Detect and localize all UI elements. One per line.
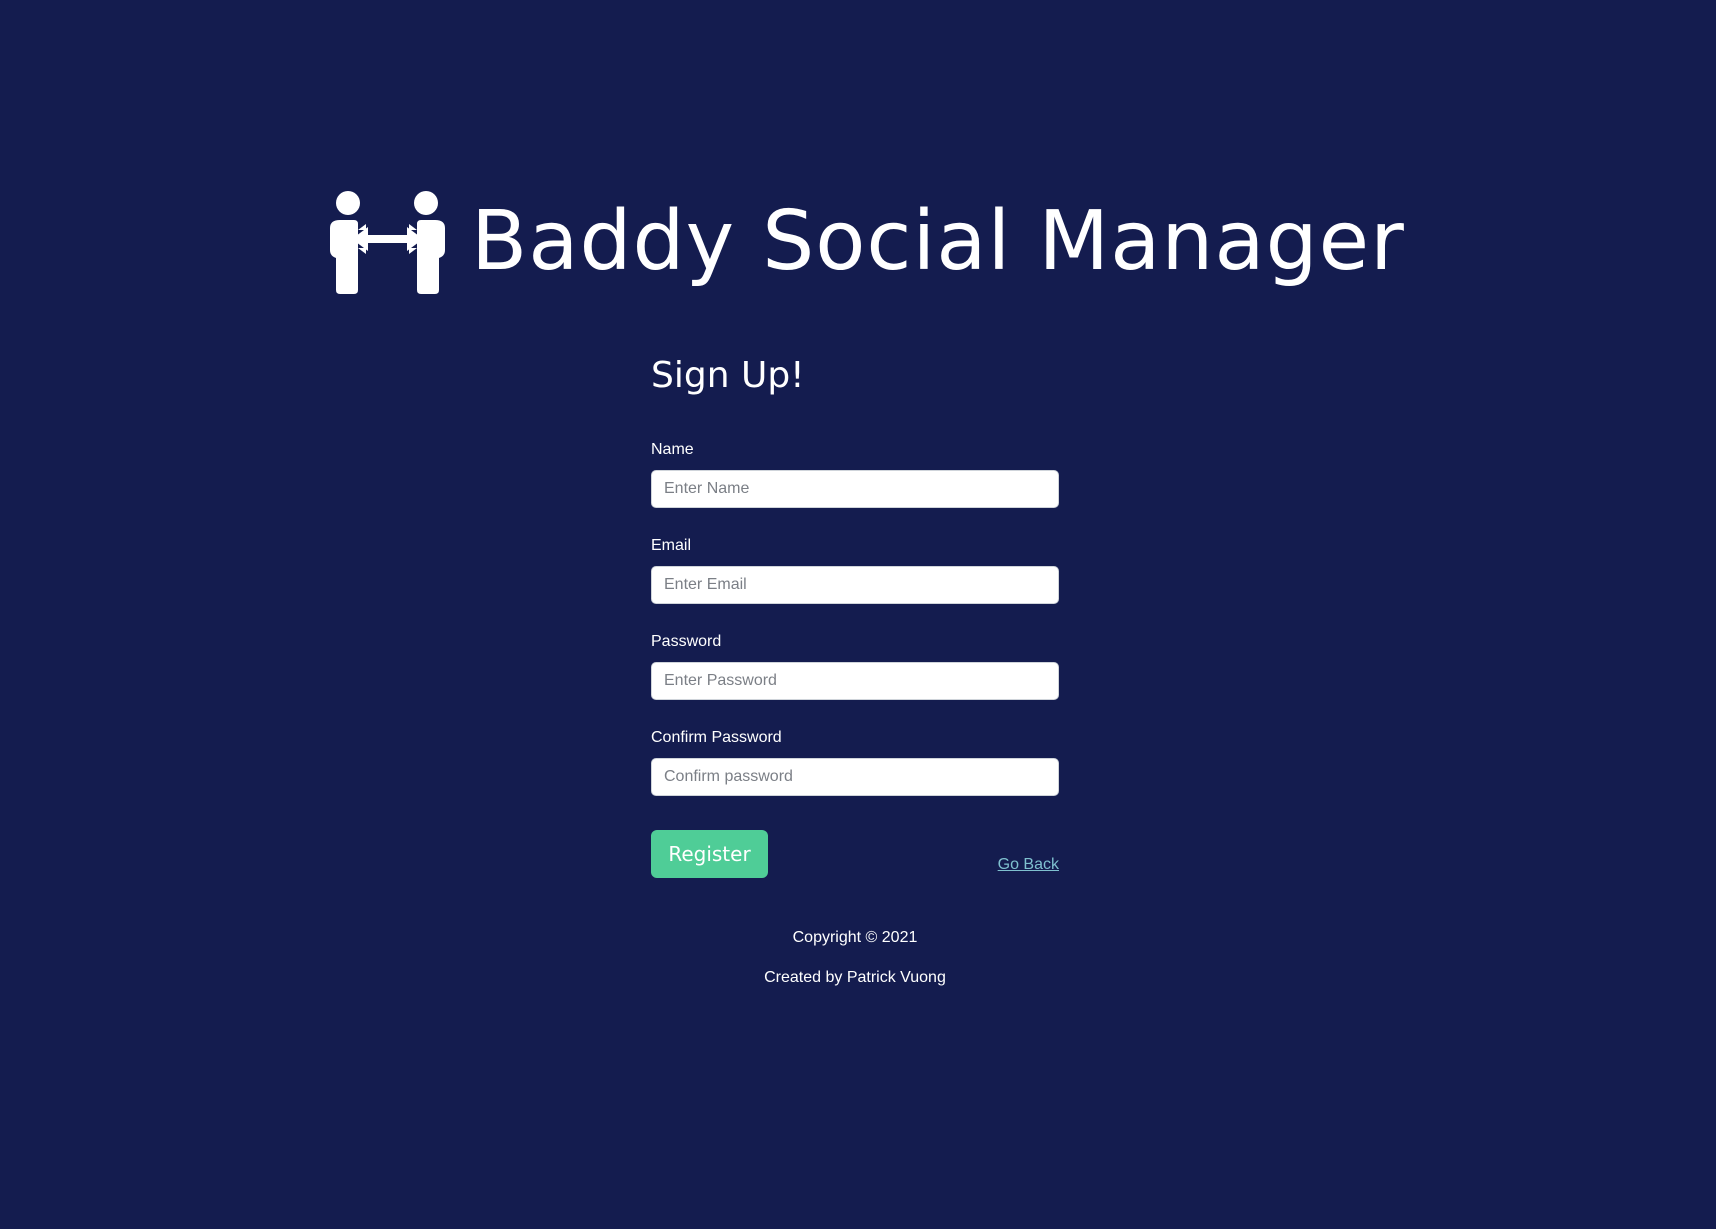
email-input[interactable] (651, 566, 1059, 604)
app-title: Baddy Social Manager (471, 194, 1405, 289)
app-header: Baddy Social Manager (330, 186, 1405, 298)
name-field-group: Name (651, 440, 1059, 508)
register-button[interactable]: Register (651, 830, 768, 878)
email-field-group: Email (651, 536, 1059, 604)
password-field-group: Password (651, 632, 1059, 700)
people-exchange-icon (330, 191, 445, 294)
confirm-password-field-group: Confirm Password (651, 728, 1059, 796)
name-label: Name (651, 441, 694, 458)
footer: Copyright © 2021 Created by Patrick Vuon… (651, 928, 1059, 988)
signup-form: Sign Up! Name Email Password Confirm Pas… (651, 354, 1059, 796)
email-label: Email (651, 537, 692, 554)
go-back-link[interactable]: Go Back (998, 856, 1059, 874)
password-input[interactable] (651, 662, 1059, 700)
confirm-password-input[interactable] (651, 758, 1059, 796)
name-input[interactable] (651, 470, 1059, 508)
form-title: Sign Up! (651, 355, 805, 396)
confirm-password-label: Confirm Password (651, 729, 782, 746)
created-by-text: Created by Patrick Vuong (764, 969, 946, 986)
copyright-text: Copyright © 2021 (792, 929, 918, 946)
password-label: Password (651, 633, 722, 650)
form-actions: Register Go Back (651, 830, 1059, 878)
